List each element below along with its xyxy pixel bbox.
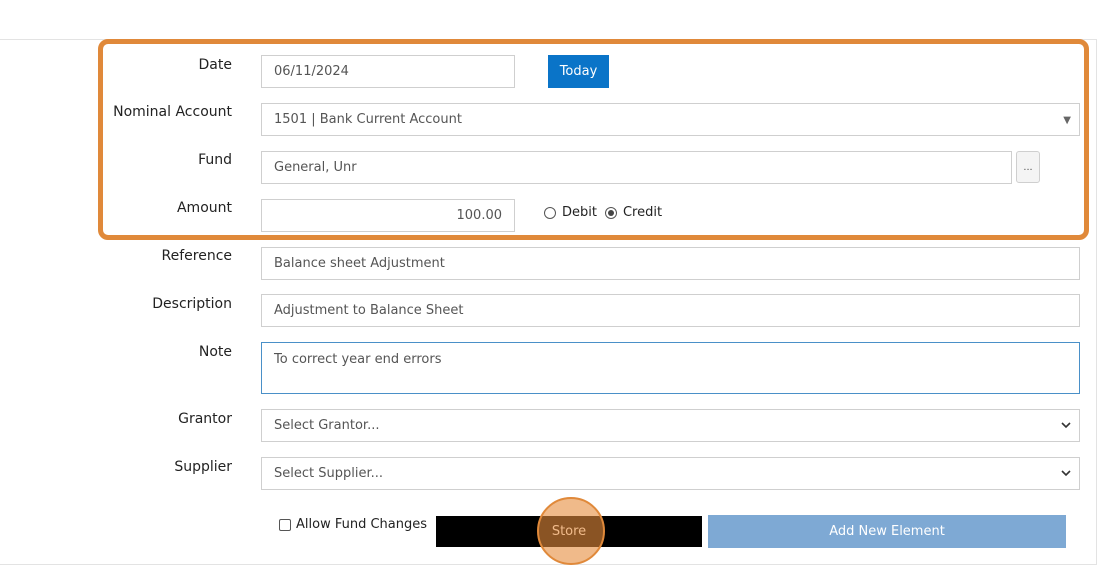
credit-label: Credit: [622, 205, 663, 220]
debit-label: Debit: [562, 205, 597, 220]
amount-label: Amount: [176, 200, 232, 216]
fund-picker-button[interactable]: ...: [1016, 151, 1040, 183]
allow-fund-changes-label: Allow Fund Changes: [296, 517, 428, 532]
note-textarea[interactable]: To correct year end errors: [261, 342, 1080, 394]
add-new-element-button[interactable]: Add New Element: [708, 515, 1066, 548]
chevron-down-icon: [1061, 422, 1071, 429]
fund-label: Fund: [198, 152, 232, 168]
description-input[interactable]: Adjustment to Balance Sheet: [261, 294, 1080, 327]
grantor-placeholder: Select Grantor...: [274, 418, 380, 433]
supplier-label: Supplier: [174, 459, 232, 475]
debit-credit-radio-group: Debit Credit: [544, 205, 670, 220]
grantor-select[interactable]: Select Grantor...: [261, 409, 1080, 442]
description-label: Description: [152, 296, 232, 312]
today-button[interactable]: Today: [548, 55, 609, 88]
note-label: Note: [198, 344, 232, 360]
supplier-select[interactable]: Select Supplier...: [261, 457, 1080, 490]
nominal-account-select[interactable]: 1501 | Bank Current Account ▼: [261, 103, 1080, 136]
reference-input[interactable]: Balance sheet Adjustment: [261, 247, 1080, 280]
chevron-down-icon: [1061, 470, 1071, 477]
date-label: Date: [198, 57, 232, 73]
credit-radio[interactable]: [604, 206, 617, 219]
nominal-account-label: Nominal Account: [113, 104, 232, 120]
reference-label: Reference: [161, 248, 233, 264]
amount-input[interactable]: 100.00: [261, 199, 515, 232]
allow-fund-changes[interactable]: Allow Fund Changes: [279, 517, 427, 532]
radio-selected-dot: [607, 209, 614, 216]
grantor-label: Grantor: [178, 411, 232, 427]
allow-fund-changes-checkbox[interactable]: [279, 518, 291, 531]
debit-radio[interactable]: [544, 206, 556, 219]
fund-input[interactable]: General, Unr: [261, 151, 1012, 184]
supplier-placeholder: Select Supplier...: [274, 466, 384, 481]
nominal-account-value: 1501 | Bank Current Account: [274, 112, 462, 127]
store-button[interactable]: Store: [436, 516, 702, 547]
date-input[interactable]: 06/11/2024: [261, 55, 515, 88]
caret-down-icon: ▼: [1063, 115, 1071, 126]
